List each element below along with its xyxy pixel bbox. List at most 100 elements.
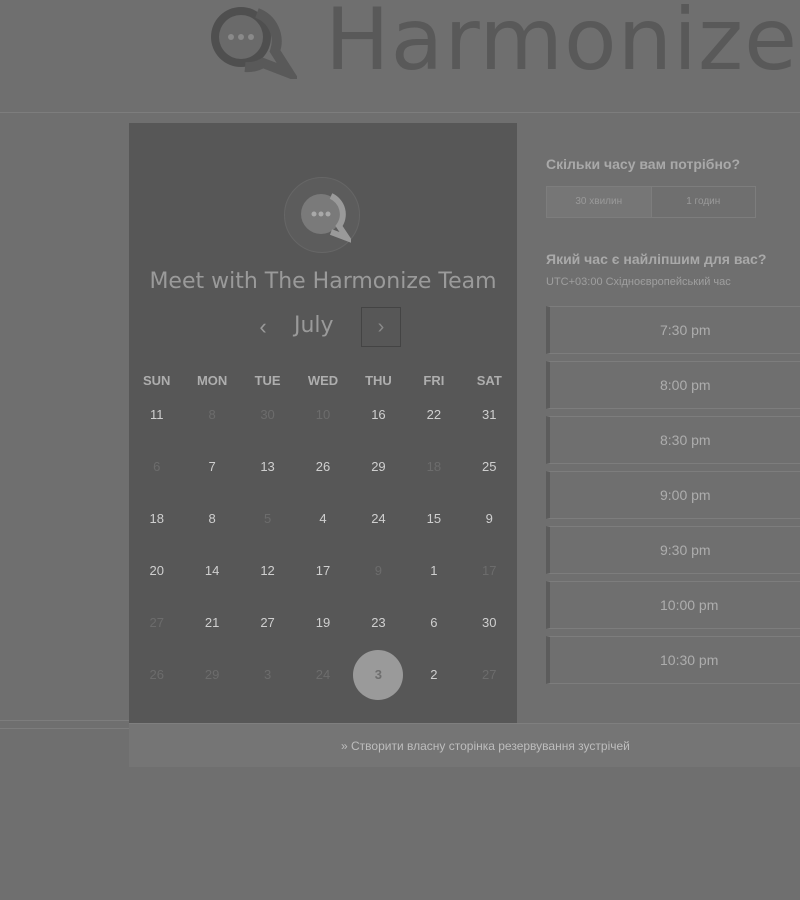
- duration-question: Скільки часу вам потрібно?: [546, 156, 741, 172]
- day-number: 10: [315, 407, 331, 422]
- duration-option-button[interactable]: 1 годин: [650, 187, 756, 217]
- day-number: 8: [208, 407, 216, 422]
- day-number: 26: [315, 459, 331, 474]
- day-number: 17: [315, 563, 331, 578]
- time-slot-label: 7:30 pm: [660, 322, 711, 338]
- time-slot-button[interactable]: 8:00 pm: [546, 361, 800, 409]
- weekday-label: FRI: [423, 373, 445, 388]
- day-number: 30: [482, 615, 497, 630]
- day-cell[interactable]: 25: [462, 441, 517, 493]
- footer: » Створити власну сторінка резервування …: [129, 723, 800, 767]
- day-cell[interactable]: 15: [406, 493, 461, 545]
- time-slot-label: 10:00 pm: [660, 597, 719, 613]
- day-cell[interactable]: 2: [406, 649, 461, 701]
- day-number: 9: [374, 563, 383, 578]
- day-cell: 17: [462, 545, 517, 597]
- day-cell-selected[interactable]: 3: [351, 649, 406, 701]
- day-number: 5: [263, 511, 272, 526]
- day-number: 21: [204, 615, 220, 630]
- day-number: 29: [204, 667, 220, 682]
- time-slot-button[interactable]: 9:30 pm: [546, 526, 800, 574]
- day-cell: 27: [129, 597, 184, 649]
- time-slot-label: 9:30 pm: [660, 542, 711, 558]
- day-cell[interactable]: 17: [295, 545, 350, 597]
- day-number: 18: [149, 511, 164, 526]
- time-question: Який час є найліпшим для вас?: [546, 251, 767, 267]
- day-number: 17: [482, 563, 497, 578]
- day-cell: 29: [184, 649, 239, 701]
- time-slot-label: 9:00 pm: [660, 487, 711, 503]
- weekday-label: WED: [307, 373, 339, 388]
- day-cell[interactable]: 23: [351, 597, 406, 649]
- day-cell[interactable]: 11: [129, 389, 184, 441]
- day-cell[interactable]: 16: [351, 389, 406, 441]
- day-cell[interactable]: 7: [184, 441, 239, 493]
- day-cell: 26: [129, 649, 184, 701]
- day-number: 27: [260, 615, 275, 630]
- day-cell[interactable]: 29: [351, 441, 406, 493]
- day-cell[interactable]: 4: [295, 493, 350, 545]
- day-number: 7: [208, 459, 216, 474]
- weekday-label: SUN: [142, 373, 171, 388]
- day-number: 12: [260, 563, 275, 578]
- calendar-title: Meet with The Harmonize Team: [149, 269, 497, 294]
- weekday-label: SAT: [476, 373, 502, 388]
- day-number: 1: [430, 563, 438, 578]
- day-number: 23: [371, 615, 386, 630]
- time-slot-button[interactable]: 9:00 pm: [546, 471, 800, 519]
- day-cell: 9: [351, 545, 406, 597]
- day-cell[interactable]: 31: [462, 389, 517, 441]
- day-number: 8: [208, 511, 216, 526]
- day-number: 14: [204, 563, 220, 578]
- day-cell[interactable]: 1: [406, 545, 461, 597]
- day-cell[interactable]: 8: [184, 493, 239, 545]
- day-cell: 5: [240, 493, 295, 545]
- weekday-label: MON: [196, 373, 228, 388]
- day-cell[interactable]: 14: [184, 545, 239, 597]
- day-number: 3: [374, 667, 383, 682]
- day-cell[interactable]: 9: [462, 493, 517, 545]
- time-slot-label: 8:30 pm: [660, 432, 711, 448]
- day-cell: 24: [295, 649, 350, 701]
- prev-month-button[interactable]: ‹: [251, 311, 275, 343]
- time-slot-button[interactable]: 7:30 pm: [546, 306, 800, 354]
- day-cell: 30: [240, 389, 295, 441]
- day-cell[interactable]: 24: [351, 493, 406, 545]
- divider: [0, 728, 130, 729]
- day-cell: 18: [406, 441, 461, 493]
- create-booking-page-link[interactable]: » Створити власну сторінка резервування …: [341, 739, 630, 753]
- day-cell[interactable]: 18: [129, 493, 184, 545]
- day-number: 24: [315, 667, 331, 682]
- duration-option-button[interactable]: 30 хвилин: [547, 187, 651, 217]
- day-cell[interactable]: 6: [406, 597, 461, 649]
- day-cell[interactable]: 19: [295, 597, 350, 649]
- day-number: 16: [371, 407, 386, 422]
- time-slot-button[interactable]: 10:00 pm: [546, 581, 800, 629]
- day-cell[interactable]: 13: [240, 441, 295, 493]
- day-number: 27: [149, 615, 164, 630]
- month-navigation: ‹ July ›: [129, 307, 517, 347]
- day-cell: 3: [240, 649, 295, 701]
- day-cell[interactable]: 12: [240, 545, 295, 597]
- day-cell[interactable]: 26: [295, 441, 350, 493]
- day-cell: 27: [462, 649, 517, 701]
- day-number: 2: [430, 667, 438, 682]
- time-slot-button[interactable]: 10:30 pm: [546, 636, 800, 684]
- month-label: July: [294, 313, 334, 338]
- day-number: 25: [482, 459, 497, 474]
- day-cell[interactable]: 20: [129, 545, 184, 597]
- day-number: 15: [426, 511, 442, 526]
- day-number: 29: [371, 459, 386, 474]
- day-cell: 10: [295, 389, 350, 441]
- timezone-label[interactable]: UTC+03:00 Східноєвропейський час: [546, 276, 800, 288]
- time-slot-button[interactable]: 8:30 pm: [546, 416, 800, 464]
- day-cell[interactable]: 27: [240, 597, 295, 649]
- weekday-label: THU: [365, 373, 392, 388]
- next-month-button[interactable]: ›: [361, 307, 401, 347]
- time-slot-list: 7:30 pm 8:00 pm 8:30 pm 9:00 pm 9:30 pm 10:00…: [546, 306, 800, 691]
- time-slot-label: 8:00 pm: [660, 377, 711, 393]
- day-cell[interactable]: 22: [406, 389, 461, 441]
- day-number: 30: [260, 407, 275, 422]
- day-cell[interactable]: 21: [184, 597, 239, 649]
- day-cell[interactable]: 30: [462, 597, 517, 649]
